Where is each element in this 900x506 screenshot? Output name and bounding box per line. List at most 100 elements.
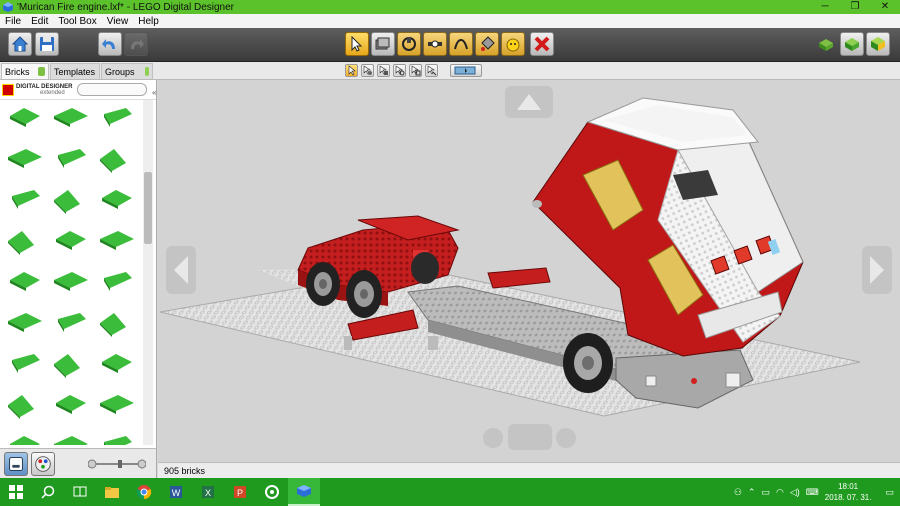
palette-brick-item[interactable] (50, 262, 90, 298)
tab-bricks-label: Bricks (5, 66, 30, 77)
palette-brick-item[interactable] (96, 426, 136, 445)
building-guide-button[interactable] (866, 32, 890, 56)
camera-left-button[interactable] (166, 246, 196, 294)
view-mode-button[interactable] (840, 32, 864, 56)
3d-viewport[interactable] (158, 80, 900, 462)
palette-scroll-thumb[interactable] (144, 172, 152, 244)
start-button[interactable] (0, 478, 32, 506)
menu-edit[interactable]: Edit (26, 16, 53, 27)
hinge-tool-button[interactable] (397, 32, 421, 56)
brick-grid (0, 100, 142, 445)
palette-brick-item[interactable] (4, 262, 44, 298)
palette-brick-item[interactable] (96, 221, 136, 257)
palette-zoom-slider[interactable] (88, 459, 146, 469)
keyboard-icon[interactable]: ⌨ (806, 487, 819, 498)
tab-templates[interactable]: Templates (50, 63, 100, 79)
palette-brick-item[interactable] (4, 385, 44, 421)
menu-toolbox[interactable]: Tool Box (53, 16, 101, 27)
powerpoint-button[interactable]: P (224, 478, 256, 506)
palette-brick-item[interactable] (96, 385, 136, 421)
paint-bucket-icon (481, 36, 495, 51)
home-button[interactable] (8, 32, 32, 56)
palette-brick-item[interactable] (4, 180, 44, 216)
maximize-button[interactable]: ❐ (840, 0, 870, 14)
palette-brick-item[interactable] (50, 344, 90, 380)
palette-brick-item[interactable] (96, 303, 136, 339)
invert-select-button[interactable] (425, 64, 438, 77)
green-brick-icon (8, 313, 42, 332)
palette-brick-item[interactable] (96, 139, 136, 175)
group-button[interactable] (450, 64, 482, 77)
close-button[interactable]: ✕ (870, 0, 900, 14)
flex-icon (454, 39, 468, 50)
wifi-icon[interactable]: ◠ (776, 487, 784, 498)
undo-button[interactable] (98, 32, 122, 56)
palette-search-input[interactable] (77, 83, 147, 96)
minimize-button[interactable]: ─ (810, 0, 840, 14)
logo-line2: extended (40, 89, 65, 96)
connected-select-button[interactable] (361, 64, 374, 77)
powerpoint-icon: P (234, 486, 246, 498)
delete-x-icon (534, 36, 550, 52)
hinge-align-tool-button[interactable] (423, 32, 447, 56)
palette-brick-item[interactable] (4, 344, 44, 380)
menu-help[interactable]: Help (133, 16, 164, 27)
file-explorer-button[interactable] (96, 478, 128, 506)
tab-groups[interactable]: Groups (101, 63, 153, 79)
palette-brick-item[interactable] (4, 100, 44, 134)
camera-up-button[interactable] (505, 86, 553, 118)
minifig-tool-button[interactable] (501, 32, 525, 56)
search-button[interactable] (32, 478, 64, 506)
palette-brick-item[interactable] (4, 139, 44, 175)
clock[interactable]: 18:01 2018. 07. 31. (825, 481, 872, 503)
tab-bricks[interactable]: Bricks (1, 63, 49, 79)
menu-file[interactable]: File (0, 16, 26, 27)
save-icon (40, 37, 54, 51)
palette-brick-item[interactable] (96, 100, 136, 134)
word-button[interactable]: W (160, 478, 192, 506)
build-mode-button[interactable] (814, 32, 838, 56)
palette-brick-item[interactable] (50, 100, 90, 134)
clone-tool-button[interactable] (371, 32, 395, 56)
green-brick-icon (10, 436, 40, 445)
palette-brick-item[interactable] (50, 303, 90, 339)
palette-brick-item[interactable] (50, 139, 90, 175)
notification-icon[interactable]: ▭ (885, 487, 894, 498)
color-shape-select-button[interactable] (409, 64, 422, 77)
single-select-button[interactable] (345, 64, 358, 77)
people-icon[interactable]: ⚇ (734, 487, 742, 498)
ldd-taskbar-button[interactable] (288, 478, 320, 506)
flex-tool-button[interactable] (449, 32, 473, 56)
palette-brick-item[interactable] (96, 180, 136, 216)
target-app-button[interactable] (256, 478, 288, 506)
task-view-button[interactable] (64, 478, 96, 506)
palette-brick-item[interactable] (96, 344, 136, 380)
paint-tool-button[interactable] (475, 32, 499, 56)
redo-button[interactable] (124, 32, 148, 56)
palette-brick-item[interactable] (4, 426, 44, 445)
volume-icon[interactable]: ◁) (790, 487, 800, 498)
palette-brick-item[interactable] (50, 221, 90, 257)
palette-brick-item[interactable] (50, 180, 90, 216)
shape-select-button[interactable] (393, 64, 406, 77)
camera-right-button[interactable] (862, 246, 892, 294)
chrome-button[interactable] (128, 478, 160, 506)
menu-view[interactable]: View (102, 16, 134, 27)
palette-brick-item[interactable] (4, 221, 44, 257)
palette-brick-item[interactable] (50, 385, 90, 421)
select-tool-button[interactable] (345, 32, 369, 56)
network-icon[interactable]: ▭ (761, 487, 770, 498)
save-button[interactable] (35, 32, 59, 56)
palette-brick-item[interactable] (96, 262, 136, 298)
delete-tool-button[interactable] (530, 32, 554, 56)
camera-controls-bottom[interactable] (483, 424, 576, 450)
palette-scrollbar[interactable] (143, 100, 153, 445)
collapse-palette-button[interactable]: « (152, 88, 156, 97)
color-select-button[interactable] (377, 64, 390, 77)
chevron-up-icon[interactable]: ⌃ (748, 487, 756, 498)
palette-brick-item[interactable] (50, 426, 90, 445)
palette-list-mode-button[interactable] (4, 452, 28, 476)
excel-button[interactable]: X (192, 478, 224, 506)
palette-color-mode-button[interactable] (31, 452, 55, 476)
palette-brick-item[interactable] (4, 303, 44, 339)
